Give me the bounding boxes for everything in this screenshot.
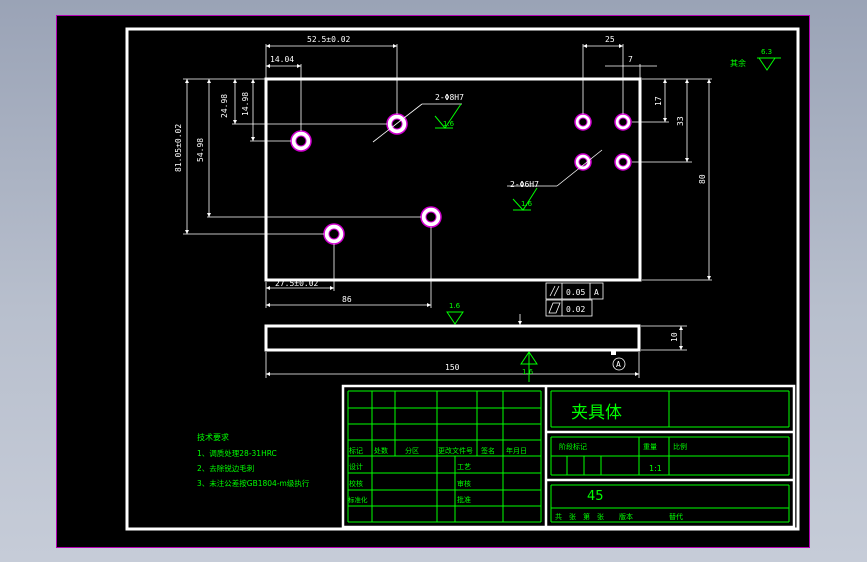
stage-header: 阶段标记 — [559, 442, 587, 451]
footer-cell: 张 — [569, 512, 576, 521]
roughness-value-lower: 1.6 — [521, 200, 533, 208]
dim-7: 7 — [628, 55, 633, 64]
dim-33: 33 — [676, 116, 685, 126]
header-cell: 标记 — [349, 446, 363, 455]
plate-side-view — [264, 324, 641, 352]
roughness-value-upper: 1.6 — [443, 120, 455, 128]
roughness-symbol-general — [757, 57, 781, 71]
role-cell: 批准 — [457, 495, 471, 504]
footer-cell: 替代 — [669, 512, 683, 521]
dim-81-05: 81.05±0.02 — [174, 124, 183, 172]
roughness-symbol — [520, 351, 538, 382]
hole — [386, 113, 408, 135]
tech-req-item: 3、未注公差按GB1804-m级执行 — [197, 478, 310, 488]
dim-25: 25 — [605, 35, 615, 44]
dim-10: 10 — [670, 332, 679, 342]
role-cell: 校核 — [349, 479, 363, 488]
parallel-datum: A — [594, 288, 599, 297]
tech-req-title: 技术要求 — [197, 432, 229, 442]
footer-cell: 共 — [555, 512, 562, 521]
dim-52-5: 52.5±0.02 — [307, 35, 351, 44]
footer-cell: 第 — [583, 512, 590, 521]
dim-24-98: 24.98 — [220, 94, 229, 118]
scale-value: 1:1 — [649, 464, 662, 473]
role-cell: 设计 — [349, 462, 363, 471]
hole — [574, 153, 592, 171]
role-cell: 标准化 — [348, 495, 368, 504]
roughness-value-side: 1.6 — [449, 302, 461, 310]
datum-a-label: A — [616, 360, 621, 369]
dim-150: 150 — [445, 363, 460, 372]
hole — [614, 153, 632, 171]
header-cell: 年月日 — [506, 446, 527, 455]
dim-80: 80 — [698, 174, 707, 184]
title-block — [341, 384, 796, 529]
callout-lower-holes: 2-Φ6H7 — [510, 180, 539, 189]
parallel-value: 0.05 — [566, 288, 585, 297]
roughness-general-label: 其余 — [730, 58, 746, 68]
flatness-value: 0.02 — [566, 305, 585, 314]
roughness-symbol — [446, 311, 464, 325]
header-cell: 处数 — [374, 446, 388, 455]
drawing-sheet: 52.5±0.02 25 14.04 7 24.98 14.98 54.98 8… — [125, 27, 800, 531]
drawing-canvas[interactable]: 52.5±0.02 25 14.04 7 24.98 14.98 54.98 8… — [56, 15, 810, 548]
hole — [614, 113, 632, 131]
role-cell: 工艺 — [457, 463, 471, 471]
dim-14-04: 14.04 — [270, 55, 294, 64]
stage-header: 重量 — [643, 443, 657, 451]
tech-req-item: 2、去除锐边毛刺 — [197, 463, 254, 473]
stage-header: 比例 — [673, 442, 687, 451]
header-cell: 更改文件号 — [438, 446, 473, 455]
hole — [574, 113, 592, 131]
part-name: 夹具体 — [571, 403, 622, 423]
dim-54-98: 54.98 — [196, 138, 205, 162]
tech-req-item: 1、调质处理28-31HRC — [197, 448, 277, 458]
material: 45 — [587, 489, 604, 504]
footer-cell: 版本 — [619, 512, 633, 521]
hole-group — [290, 113, 632, 245]
dim-27-5: 27.5±0.02 — [275, 279, 319, 288]
roughness-value-bottom: 1.6 — [522, 368, 534, 376]
roughness-general-value: 6.3 — [761, 48, 772, 56]
hole — [290, 130, 312, 152]
dim-14-98: 14.98 — [241, 92, 250, 116]
role-cell: 审核 — [457, 479, 471, 488]
dim-86: 86 — [342, 295, 352, 304]
dim-17: 17 — [654, 96, 663, 106]
hole — [420, 206, 442, 228]
plate-top-view — [264, 77, 642, 282]
callout-upper-holes: 2-Φ8H7 — [435, 93, 464, 102]
header-cell: 分区 — [405, 446, 419, 455]
header-cell: 签名 — [481, 446, 495, 455]
hole — [323, 223, 345, 245]
footer-cell: 张 — [597, 512, 604, 521]
